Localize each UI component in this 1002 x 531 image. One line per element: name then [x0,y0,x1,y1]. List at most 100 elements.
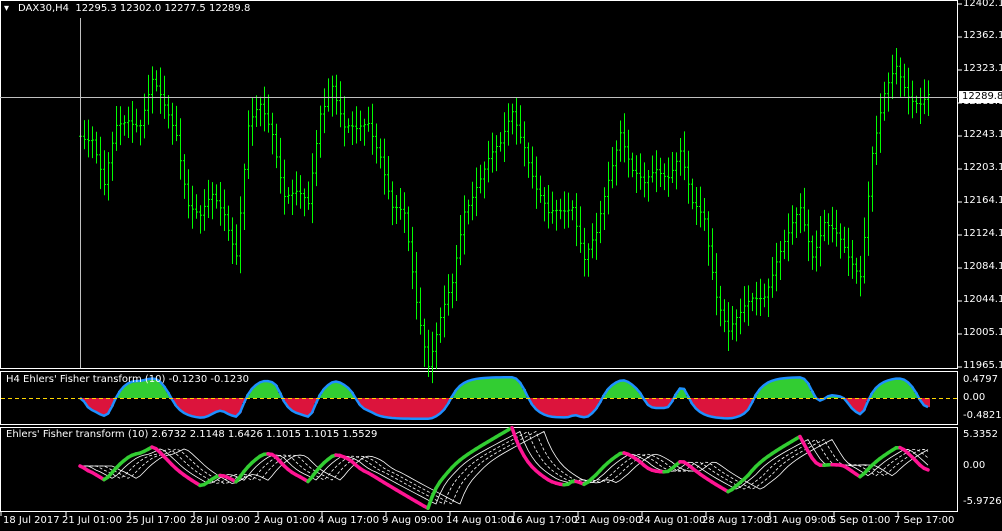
histogram-bar [902,379,906,398]
histogram-bar [706,398,710,416]
histogram-bar [506,377,510,398]
histogram-bar [794,377,798,398]
histogram-bar [658,398,662,409]
histogram-bar [494,377,498,398]
histogram-bar [206,398,210,417]
histogram-bar [730,398,734,419]
time-tick: 21 Aug 09:00 [574,515,642,526]
histogram-bar [726,398,730,419]
price-tick: 12323.1 [963,63,1002,74]
fisher-segment [510,425,518,441]
histogram-bar [654,398,658,408]
histogram-bar [406,398,410,419]
histogram-bar [558,398,562,418]
histogram-bar [214,398,218,412]
histogram-bar [190,398,194,417]
fisher-segment [426,495,434,510]
histogram-bar [702,398,706,415]
histogram-bar [546,398,550,416]
histogram-bar [782,378,786,398]
histogram-bar [582,398,586,418]
histogram-bar [266,381,270,398]
price-tick: 12203.1 [963,162,1002,173]
histogram-bar [226,398,230,414]
time-tick: 4 Aug 17:00 [318,515,380,526]
histogram-bar [262,381,266,398]
histogram-bar [734,398,738,418]
histogram-bar [722,398,726,419]
histogram-bar [894,378,898,398]
histogram-bar [566,398,570,418]
price-tick: 12402.1 [963,0,1002,9]
histogram-bar [202,398,206,418]
indicator2-label: Ehlers' Fisher transform (10) 2.6732 2.1… [6,429,378,440]
histogram-bar [430,398,434,419]
time-tick: 18 Jul 2017 [3,515,60,526]
time-tick: 28 Aug 17:00 [702,515,770,526]
histogram-bar [622,380,626,398]
time-tick: 16 Aug 17:00 [510,515,578,526]
histogram-bar [218,398,222,411]
histogram-bar [370,398,374,413]
histogram-bar [434,398,438,417]
signal-band-line [80,430,929,505]
histogram-bar [410,398,414,419]
histogram-bar [98,398,102,415]
histogram-bar [402,398,406,419]
histogram-bar [510,377,514,398]
time-tick: 25 Jul 17:00 [126,515,186,526]
histogram-bar [578,398,582,417]
main-pane-border [0,0,958,369]
histogram-bar [778,378,782,398]
histogram-bar [710,398,714,417]
time-tick: 21 Jul 01:00 [62,515,122,526]
price-tick: 12084.1 [963,261,1002,272]
histogram-bar [398,398,402,419]
histogram-bar [786,377,790,398]
symbol-menu-icon[interactable]: ▾ [4,3,9,15]
symbol-label: DAX30,H4 [18,3,70,14]
histogram-bar [390,398,394,418]
histogram-bar [554,398,558,418]
time-tick: 2 Aug 01:00 [254,515,316,526]
histogram-bar [498,377,502,398]
histogram-bar [474,378,478,398]
histogram-bar [502,377,506,398]
histogram-bar [570,398,574,416]
ind1-axis-bottom: -0.4821 [963,410,1002,421]
histogram-bar [718,398,722,418]
histogram-bar [562,398,566,418]
time-tick: 5 Sep 01:00 [830,515,891,526]
time-tick: 7 Sep 17:00 [894,515,955,526]
histogram-bar [886,380,890,398]
time-tick: 9 Aug 09:00 [382,515,444,526]
price-tick: 12124.1 [963,228,1002,239]
histogram-bar [418,398,422,419]
chart-header: DAX30,H4 12295.3 12302.0 12277.5 12289.8 [18,3,250,15]
histogram-bar [374,398,378,415]
time-tick: 31 Aug 09:00 [766,515,834,526]
time-tick: 24 Aug 01:00 [638,515,706,526]
histogram-bar [386,398,390,418]
histogram-bar [298,398,302,415]
histogram-bar [486,377,490,398]
histogram-bar [490,377,494,398]
histogram-bar [414,398,418,419]
chart-canvas[interactable] [0,0,1002,531]
time-tick: 28 Jul 09:00 [190,515,250,526]
histogram-bar [478,378,482,398]
histogram-bar [618,380,622,398]
price-tick: 12362.1 [963,30,1002,41]
histogram-bar [222,398,226,412]
ind2-axis-top: 5.3352 [963,429,998,440]
price-tick: 12005.1 [963,327,1002,338]
histogram-bar [550,398,554,417]
ind2-axis-zero: 0.00 [963,460,986,471]
histogram-bar [294,398,298,413]
ind1-axis-zero: 0.00 [963,392,986,403]
histogram-bar [422,398,426,419]
histogram-bar [94,398,98,413]
ohlc-values: 12295.3 12302.0 12277.5 12289.8 [75,3,251,14]
histogram-bar [334,381,338,398]
histogram-bar [210,398,214,414]
